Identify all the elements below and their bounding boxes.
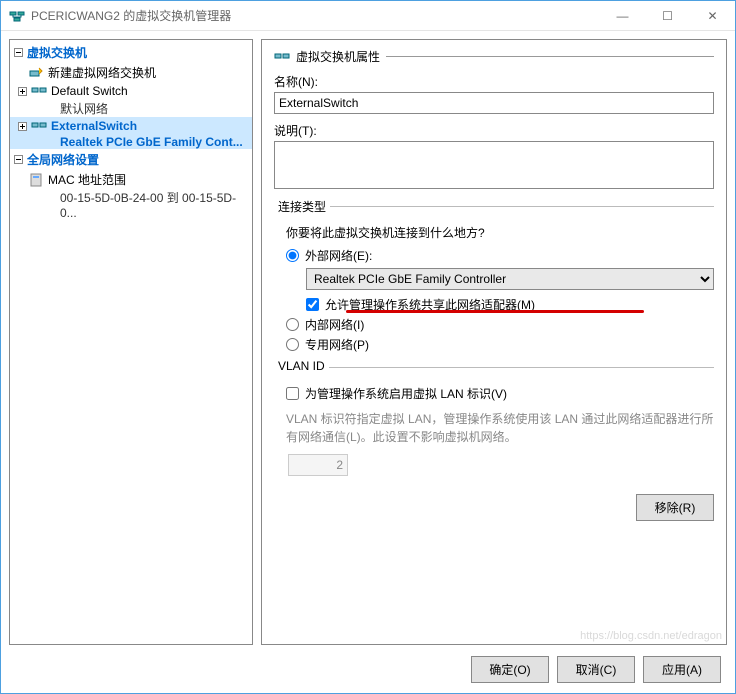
connection-question: 你要将此虚拟交换机连接到什么地方? [286,224,714,241]
description-label: 说明(T): [274,122,714,139]
vlan-id-input [288,454,348,476]
titlebar: PCERICWANG2 的虚拟交换机管理器 — ☐ ✕ [1,1,735,31]
radio-internal-network[interactable]: 内部网络(I) [286,316,714,333]
expand-icon[interactable] [18,122,27,131]
adapter-select[interactable]: Realtek PCIe GbE Family Controller [306,268,714,290]
cancel-button[interactable]: 取消(C) [557,656,635,683]
annotation-red-underline [346,310,644,313]
tree-item-default-switch[interactable]: Default Switch [10,82,252,100]
radio-external-network[interactable]: 外部网络(E): [286,247,714,264]
virtual-switch-manager-window: PCERICWANG2 的虚拟交换机管理器 — ☐ ✕ 虚拟交换机 新建虚拟网络… [0,0,736,694]
content-area: 虚拟交换机 新建虚拟网络交换机 Default Switch 默认网络 Exte… [1,31,735,653]
tree-item-new-switch[interactable]: 新建虚拟网络交换机 [10,63,252,82]
tree-item-mac-range-sub: 00-15-5D-0B-24-00 到 00-15-5D-0... [10,189,252,220]
collapse-icon[interactable] [14,155,23,164]
tree-item-external-switch-sub: Realtek PCIe GbE Family Cont... [10,135,252,149]
app-icon [9,8,25,24]
name-input[interactable] [274,92,714,114]
window-title: PCERICWANG2 的虚拟交换机管理器 [31,7,600,24]
tree-item-mac-range[interactable]: MAC 地址范围 [10,170,252,189]
new-switch-icon [28,65,44,81]
tree-item-external-switch[interactable]: ExternalSwitch [10,117,252,135]
name-label: 名称(N): [274,73,714,90]
switch-icon [274,49,290,65]
vlan-group: VLAN ID 为管理操作系统启用虚拟 LAN 标识(V) VLAN 标识符指定… [274,367,714,476]
maximize-button[interactable]: ☐ [645,1,690,30]
vlan-description: VLAN 标识符指定虚拟 LAN，管理操作系统使用该 LAN 通过此网络适配器进… [286,410,714,446]
watermark-text: https://blog.csdn.net/edragon [580,630,722,642]
remove-button[interactable]: 移除(R) [636,494,714,521]
radio-private-network[interactable]: 专用网络(P) [286,336,714,353]
checkbox-allow-mgmt-share[interactable]: 允许管理操作系统共享此网络适配器(M) [306,296,714,313]
minimize-button[interactable]: — [600,1,645,30]
apply-button[interactable]: 应用(A) [643,656,721,683]
ok-button[interactable]: 确定(O) [471,656,549,683]
close-button[interactable]: ✕ [690,1,735,30]
mac-icon [28,172,44,188]
tree-item-default-switch-sub: 默认网络 [10,100,252,117]
switch-icon [31,118,47,134]
switch-icon [31,83,47,99]
tree-section-global-settings[interactable]: 全局网络设置 [10,149,252,170]
checkbox-enable-vlan[interactable]: 为管理操作系统启用虚拟 LAN 标识(V) [286,385,714,402]
connection-type-group: 连接类型 你要将此虚拟交换机连接到什么地方? 外部网络(E): Realtek … [274,206,714,353]
description-input[interactable] [274,141,714,189]
properties-panel: 虚拟交换机属性 名称(N): 说明(T): 连接类型 你要将此虚拟交换机连接到什… [261,39,727,645]
tree-section-virtual-switches[interactable]: 虚拟交换机 [10,42,252,63]
switch-tree-panel: 虚拟交换机 新建虚拟网络交换机 Default Switch 默认网络 Exte… [9,39,253,645]
expand-icon[interactable] [18,87,27,96]
dialog-footer: 确定(O) 取消(C) 应用(A) [1,653,735,693]
section-title-properties: 虚拟交换机属性 [274,48,714,65]
collapse-icon[interactable] [14,48,23,57]
